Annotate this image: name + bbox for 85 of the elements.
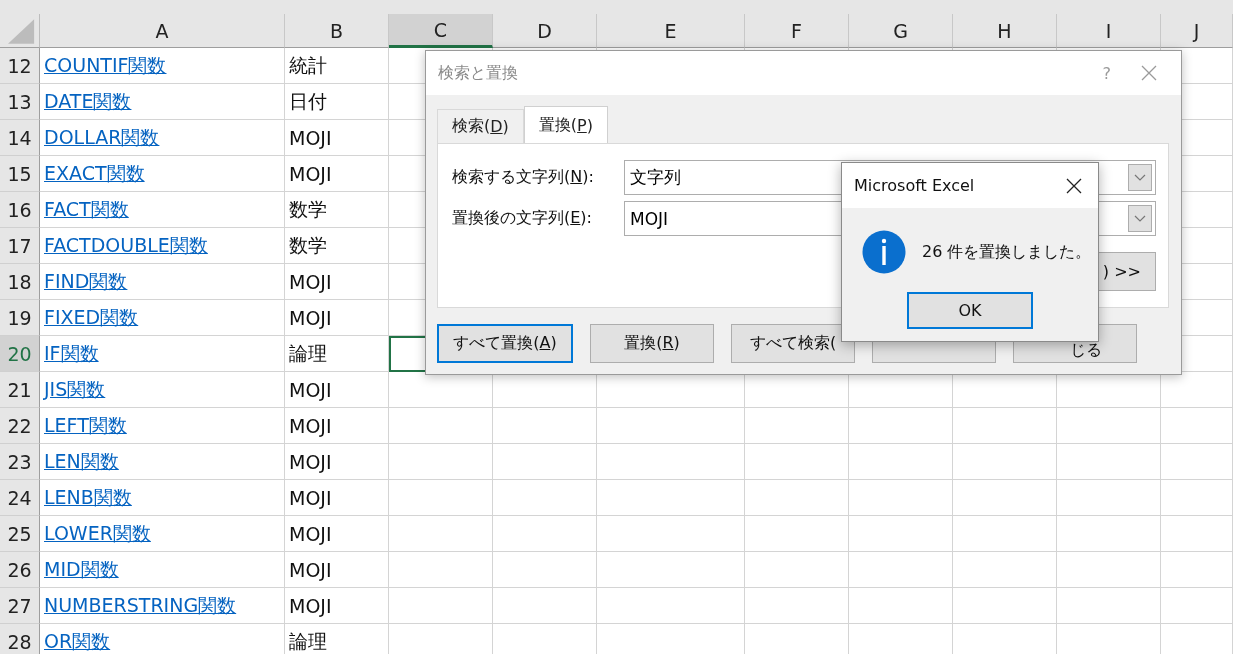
hyperlink[interactable]: FACT関数 (44, 196, 129, 223)
row-header[interactable]: 21 (0, 372, 40, 408)
cell-text: MOJI (289, 270, 332, 293)
hyperlink[interactable]: JIS関数 (44, 376, 106, 403)
cell-text: 数学 (289, 232, 327, 258)
hyperlink[interactable]: LEN関数 (44, 448, 119, 475)
field-label: 検索する文字列(N): (452, 167, 595, 188)
dialog-title: 検索と置換 (438, 62, 518, 84)
hyperlink[interactable]: COUNTIF関数 (44, 52, 167, 79)
cell-text: 数学 (289, 196, 327, 222)
row-header[interactable]: 14 (0, 120, 40, 156)
table-cell (1161, 588, 1233, 624)
cell-text: MOJI (289, 414, 332, 437)
close-icon[interactable] (1066, 177, 1082, 194)
row-header[interactable]: 13 (0, 84, 40, 120)
hyperlink[interactable]: FIND関数 (44, 268, 128, 295)
column-header[interactable]: D (493, 14, 597, 48)
cell-text: 統計 (289, 52, 327, 78)
row-header[interactable]: 12 (0, 48, 40, 84)
table-cell (1161, 552, 1233, 588)
tab[interactable]: 検索(D) (437, 109, 524, 143)
row-header[interactable]: 28 (0, 624, 40, 654)
row-header[interactable]: 24 (0, 480, 40, 516)
cell-text: MOJI (289, 486, 332, 509)
row-header[interactable]: 25 (0, 516, 40, 552)
cell-text: MOJI (289, 378, 332, 401)
select-all-icon[interactable] (8, 19, 36, 44)
message-box-title: Microsoft Excel (854, 176, 975, 195)
tab[interactable]: 置換(P) (523, 106, 608, 143)
column-header[interactable]: J (1161, 14, 1233, 48)
row-header[interactable]: 26 (0, 552, 40, 588)
cell-text: MOJI (289, 558, 332, 581)
info-icon (862, 230, 906, 274)
cell-text: 論理 (289, 628, 327, 654)
row-header[interactable]: 18 (0, 264, 40, 300)
row-header[interactable]: 19 (0, 300, 40, 336)
dialog-button[interactable]: 置換(R) (590, 324, 714, 363)
column-header[interactable]: G (849, 14, 953, 48)
hyperlink[interactable]: FACTDOUBLE関数 (44, 232, 208, 259)
dropdown-button[interactable] (1128, 205, 1152, 232)
cell-text: MOJI (289, 306, 332, 329)
column-header[interactable]: B (285, 14, 389, 48)
ok-button[interactable]: OK (907, 292, 1033, 329)
row-header[interactable]: 23 (0, 444, 40, 480)
row-header[interactable]: 20 (0, 336, 40, 372)
hyperlink[interactable]: MID関数 (44, 556, 119, 583)
message-text: 26 件を置換しました。 (922, 241, 1092, 263)
row-header[interactable]: 17 (0, 228, 40, 264)
dialog-button[interactable]: すべて置換(A) (437, 324, 573, 363)
table-cell (1161, 480, 1233, 516)
cell-text: MOJI (289, 522, 332, 545)
hyperlink[interactable]: OR関数 (44, 628, 111, 654)
field-label: 置換後の文字列(E): (452, 208, 593, 229)
row-header[interactable]: 15 (0, 156, 40, 192)
hyperlink[interactable]: LEFT関数 (44, 412, 127, 439)
table-cell (1161, 408, 1233, 444)
column-header[interactable]: I (1057, 14, 1161, 48)
table-cell (1161, 516, 1233, 552)
row-header[interactable]: 27 (0, 588, 40, 624)
hyperlink[interactable]: LENB関数 (44, 484, 132, 511)
hyperlink[interactable]: LOWER関数 (44, 520, 151, 547)
table-cell (1161, 444, 1233, 480)
dropdown-button[interactable] (1128, 164, 1152, 191)
hyperlink[interactable]: EXACT関数 (44, 160, 145, 187)
column-header[interactable]: H (953, 14, 1057, 48)
cell-text: MOJI (289, 162, 332, 185)
cell-text: 論理 (289, 340, 327, 366)
hyperlink[interactable]: FIXED関数 (44, 304, 139, 331)
cell-text: 日付 (289, 88, 327, 114)
hyperlink[interactable]: DOLLAR関数 (44, 124, 160, 151)
row-header[interactable]: 22 (0, 408, 40, 444)
hyperlink[interactable]: DATE関数 (44, 88, 132, 115)
row-header[interactable]: 16 (0, 192, 40, 228)
cell-text: MOJI (289, 450, 332, 473)
cell-text: MOJI (289, 126, 332, 149)
column-header[interactable]: A (40, 14, 285, 48)
hyperlink[interactable]: IF関数 (44, 340, 99, 367)
chevron-down-icon (1134, 214, 1146, 223)
cell-text: MOJI (289, 594, 332, 617)
chevron-down-icon (1134, 173, 1146, 182)
hyperlink[interactable]: NUMBERSTRING関数 (44, 592, 237, 619)
column-header[interactable]: F (745, 14, 849, 48)
column-header[interactable]: E (597, 14, 745, 48)
dialog-button[interactable]: すべて検索( (731, 324, 855, 363)
column-header[interactable]: C (389, 14, 493, 48)
